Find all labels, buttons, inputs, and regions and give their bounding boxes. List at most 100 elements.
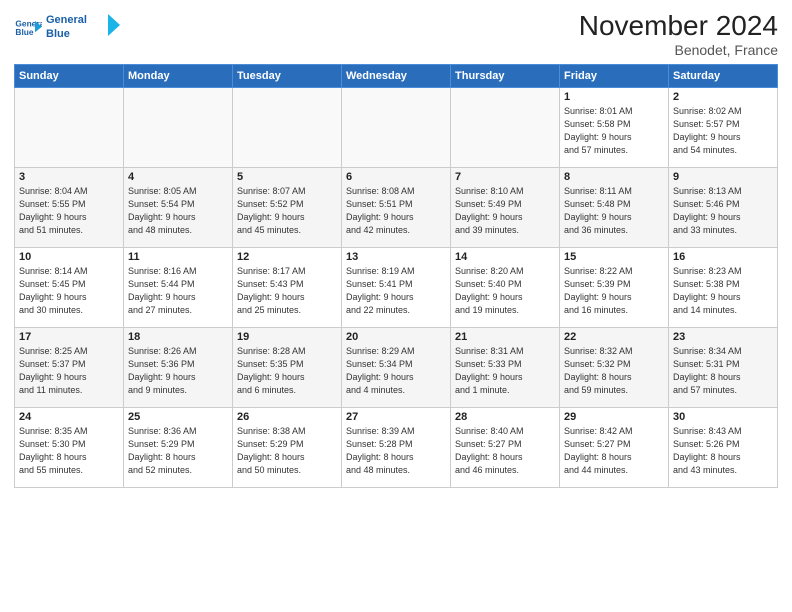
svg-text:General: General bbox=[46, 14, 87, 26]
calendar-cell bbox=[233, 88, 342, 168]
day-info: Sunrise: 8:36 AM Sunset: 5:29 PM Dayligh… bbox=[128, 425, 228, 477]
calendar-cell: 22Sunrise: 8:32 AM Sunset: 5:32 PM Dayli… bbox=[560, 328, 669, 408]
calendar-cell: 7Sunrise: 8:10 AM Sunset: 5:49 PM Daylig… bbox=[451, 168, 560, 248]
calendar-week-row: 1 Sunrise: 8:01 AM Sunset: 5:58 PM Daylig… bbox=[15, 88, 778, 168]
day-info: Sunrise: 8:39 AM Sunset: 5:28 PM Dayligh… bbox=[346, 425, 446, 477]
calendar-week-row: 10Sunrise: 8:14 AM Sunset: 5:45 PM Dayli… bbox=[15, 248, 778, 328]
day-number: 18 bbox=[128, 331, 228, 343]
day-info: Sunrise: 8:22 AM Sunset: 5:39 PM Dayligh… bbox=[564, 265, 664, 317]
day-info: Sunrise: 8:42 AM Sunset: 5:27 PM Dayligh… bbox=[564, 425, 664, 477]
calendar-cell: 16 Sunrise: 8:23 AM Sunset: 5:38 PM Dayli… bbox=[669, 248, 778, 328]
calendar-week-row: 3 Sunrise: 8:04 AM Sunset: 5:55 PM Daylig… bbox=[15, 168, 778, 248]
logo-icon: General Blue bbox=[14, 14, 42, 42]
day-number: 27 bbox=[346, 411, 446, 423]
day-info: Sunrise: 8:28 AM Sunset: 5:35 PM Dayligh… bbox=[237, 345, 337, 397]
calendar-cell: 28Sunrise: 8:40 AM Sunset: 5:27 PM Dayli… bbox=[451, 408, 560, 488]
calendar-cell: 14 Sunrise: 8:20 AM Sunset: 5:40 PM Dayli… bbox=[451, 248, 560, 328]
day-info: Sunrise: 8:34 AM Sunset: 5:31 PM Dayligh… bbox=[673, 345, 773, 397]
day-info: Sunrise: 8:23 AM Sunset: 5:38 PM Dayligh… bbox=[673, 265, 773, 317]
day-number: 19 bbox=[237, 331, 337, 343]
day-info: Sunrise: 8:20 AM Sunset: 5:40 PM Dayligh… bbox=[455, 265, 555, 317]
day-number: 4 bbox=[128, 171, 228, 183]
calendar-cell: 26 Sunrise: 8:38 AM Sunset: 5:29 PM Dayli… bbox=[233, 408, 342, 488]
calendar-cell: 6 Sunrise: 8:08 AM Sunset: 5:51 PM Daylig… bbox=[342, 168, 451, 248]
calendar-cell: 2Sunrise: 8:02 AM Sunset: 5:57 PM Daylig… bbox=[669, 88, 778, 168]
day-info: Sunrise: 8:08 AM Sunset: 5:51 PM Dayligh… bbox=[346, 185, 446, 237]
day-number: 9 bbox=[673, 171, 773, 183]
day-number: 17 bbox=[19, 331, 119, 343]
calendar-cell: 4 Sunrise: 8:05 AM Sunset: 5:54 PM Daylig… bbox=[124, 168, 233, 248]
day-info: Sunrise: 8:31 AM Sunset: 5:33 PM Dayligh… bbox=[455, 345, 555, 397]
calendar-header-row: Sunday Monday Tuesday Wednesday Thursday… bbox=[15, 65, 778, 88]
calendar-cell: 5Sunrise: 8:07 AM Sunset: 5:52 PM Daylig… bbox=[233, 168, 342, 248]
page-container: General Blue General Blue November 2024 … bbox=[0, 0, 792, 494]
calendar-cell: 27 Sunrise: 8:39 AM Sunset: 5:28 PM Dayli… bbox=[342, 408, 451, 488]
day-number: 30 bbox=[673, 411, 773, 423]
day-info: Sunrise: 8:16 AM Sunset: 5:44 PM Dayligh… bbox=[128, 265, 228, 317]
calendar-cell: 1 Sunrise: 8:01 AM Sunset: 5:58 PM Daylig… bbox=[560, 88, 669, 168]
calendar-cell: 23 Sunrise: 8:34 AM Sunset: 5:31 PM Dayli… bbox=[669, 328, 778, 408]
calendar-cell: 8 Sunrise: 8:11 AM Sunset: 5:48 PM Daylig… bbox=[560, 168, 669, 248]
calendar-cell bbox=[124, 88, 233, 168]
day-number: 26 bbox=[237, 411, 337, 423]
day-number: 8 bbox=[564, 171, 664, 183]
day-info: Sunrise: 8:11 AM Sunset: 5:48 PM Dayligh… bbox=[564, 185, 664, 237]
calendar-table: Sunday Monday Tuesday Wednesday Thursday… bbox=[14, 64, 778, 488]
day-number: 1 bbox=[564, 91, 664, 103]
calendar-cell: 24Sunrise: 8:35 AM Sunset: 5:30 PM Dayli… bbox=[15, 408, 124, 488]
day-info: Sunrise: 8:17 AM Sunset: 5:43 PM Dayligh… bbox=[237, 265, 337, 317]
day-info: Sunrise: 8:13 AM Sunset: 5:46 PM Dayligh… bbox=[673, 185, 773, 237]
day-number: 15 bbox=[564, 251, 664, 263]
calendar-cell bbox=[15, 88, 124, 168]
day-info: Sunrise: 8:10 AM Sunset: 5:49 PM Dayligh… bbox=[455, 185, 555, 237]
calendar-cell: 13 Sunrise: 8:19 AM Sunset: 5:41 PM Dayli… bbox=[342, 248, 451, 328]
header: General Blue General Blue November 2024 … bbox=[14, 10, 778, 58]
day-number: 24 bbox=[19, 411, 119, 423]
day-number: 25 bbox=[128, 411, 228, 423]
day-info: Sunrise: 8:04 AM Sunset: 5:55 PM Dayligh… bbox=[19, 185, 119, 237]
calendar-cell: 18 Sunrise: 8:26 AM Sunset: 5:36 PM Dayli… bbox=[124, 328, 233, 408]
calendar-week-row: 24Sunrise: 8:35 AM Sunset: 5:30 PM Dayli… bbox=[15, 408, 778, 488]
day-info: Sunrise: 8:38 AM Sunset: 5:29 PM Dayligh… bbox=[237, 425, 337, 477]
day-info: Sunrise: 8:05 AM Sunset: 5:54 PM Dayligh… bbox=[128, 185, 228, 237]
day-number: 21 bbox=[455, 331, 555, 343]
calendar-cell: 11 Sunrise: 8:16 AM Sunset: 5:44 PM Dayli… bbox=[124, 248, 233, 328]
day-info: Sunrise: 8:19 AM Sunset: 5:41 PM Dayligh… bbox=[346, 265, 446, 317]
day-number: 23 bbox=[673, 331, 773, 343]
col-friday: Friday bbox=[560, 65, 669, 88]
day-number: 14 bbox=[455, 251, 555, 263]
calendar-cell: 30 Sunrise: 8:43 AM Sunset: 5:26 PM Dayli… bbox=[669, 408, 778, 488]
location: Benodet, France bbox=[579, 42, 778, 58]
day-number: 13 bbox=[346, 251, 446, 263]
logo: General Blue General Blue bbox=[14, 10, 126, 46]
calendar-cell: 19 Sunrise: 8:28 AM Sunset: 5:35 PM Dayli… bbox=[233, 328, 342, 408]
calendar-cell bbox=[451, 88, 560, 168]
col-sunday: Sunday bbox=[15, 65, 124, 88]
calendar-cell: 12Sunrise: 8:17 AM Sunset: 5:43 PM Dayli… bbox=[233, 248, 342, 328]
day-info: Sunrise: 8:29 AM Sunset: 5:34 PM Dayligh… bbox=[346, 345, 446, 397]
calendar-cell bbox=[342, 88, 451, 168]
calendar-week-row: 17Sunrise: 8:25 AM Sunset: 5:37 PM Dayli… bbox=[15, 328, 778, 408]
calendar-cell: 9 Sunrise: 8:13 AM Sunset: 5:46 PM Daylig… bbox=[669, 168, 778, 248]
calendar-cell: 10Sunrise: 8:14 AM Sunset: 5:45 PM Dayli… bbox=[15, 248, 124, 328]
day-number: 3 bbox=[19, 171, 119, 183]
day-number: 6 bbox=[346, 171, 446, 183]
col-wednesday: Wednesday bbox=[342, 65, 451, 88]
day-number: 2 bbox=[673, 91, 773, 103]
day-number: 11 bbox=[128, 251, 228, 263]
day-number: 5 bbox=[237, 171, 337, 183]
calendar-cell: 21 Sunrise: 8:31 AM Sunset: 5:33 PM Dayli… bbox=[451, 328, 560, 408]
calendar-cell: 3 Sunrise: 8:04 AM Sunset: 5:55 PM Daylig… bbox=[15, 168, 124, 248]
logo-text: General Blue bbox=[46, 10, 126, 46]
month-title: November 2024 bbox=[579, 10, 778, 42]
day-number: 16 bbox=[673, 251, 773, 263]
svg-text:Blue: Blue bbox=[46, 28, 70, 40]
col-tuesday: Tuesday bbox=[233, 65, 342, 88]
day-info: Sunrise: 8:26 AM Sunset: 5:36 PM Dayligh… bbox=[128, 345, 228, 397]
day-number: 29 bbox=[564, 411, 664, 423]
day-info: Sunrise: 8:43 AM Sunset: 5:26 PM Dayligh… bbox=[673, 425, 773, 477]
title-block: November 2024 Benodet, France bbox=[579, 10, 778, 58]
day-number: 20 bbox=[346, 331, 446, 343]
day-info: Sunrise: 8:32 AM Sunset: 5:32 PM Dayligh… bbox=[564, 345, 664, 397]
day-info: Sunrise: 8:01 AM Sunset: 5:58 PM Dayligh… bbox=[564, 105, 664, 157]
